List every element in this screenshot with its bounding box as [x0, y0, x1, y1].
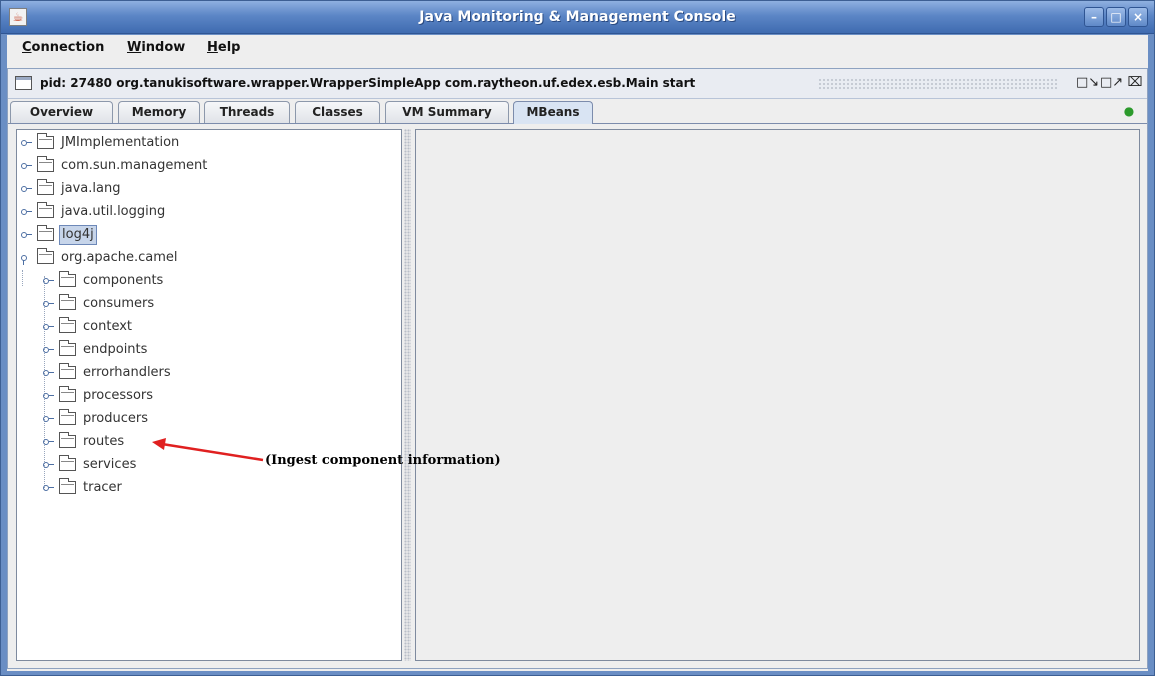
tree-node-label: processors [83, 388, 154, 403]
tree-node-label: routes [83, 434, 125, 449]
application-window: ☕ Java Monitoring & Management Console –… [0, 0, 1155, 676]
mbean-detail-pane [415, 129, 1140, 661]
tree-connector [22, 270, 23, 286]
expand-handle-icon[interactable] [43, 277, 55, 285]
mbean-tree[interactable]: JMImplementation com.sun.management java… [16, 129, 402, 661]
expand-handle-icon[interactable] [43, 438, 55, 446]
expand-handle-icon[interactable] [43, 300, 55, 308]
close-frame-icon[interactable]: ⌧ [1125, 74, 1145, 92]
expand-handle-icon[interactable] [43, 323, 55, 331]
tab-mbeans[interactable]: MBeans [513, 101, 593, 124]
connection-status-icon: ● [1123, 104, 1135, 118]
annotation-arrow [152, 438, 264, 462]
tab-bar: Overview Memory Threads Classes VM Summa… [8, 101, 1147, 124]
folder-icon [59, 432, 76, 448]
expand-handle-icon[interactable] [43, 461, 55, 469]
folder-icon [59, 271, 76, 287]
arrow-shaft [161, 442, 264, 462]
connection-frame-titlebar[interactable]: pid: 27480 org.tanukisoftware.wrapper.Wr… [8, 69, 1147, 99]
tab-memory[interactable]: Memory [118, 101, 200, 123]
tab-overview[interactable]: Overview [10, 101, 113, 123]
titlebar-grip [818, 78, 1058, 90]
expand-handle-icon[interactable] [43, 369, 55, 377]
tree-node-label: org.apache.camel [61, 250, 178, 265]
folder-icon [37, 179, 54, 195]
window-title: Java Monitoring & Management Console [419, 9, 736, 25]
tree-node-label: tracer [83, 480, 122, 495]
expand-handle-icon[interactable] [43, 415, 55, 423]
tab-threads[interactable]: Threads [204, 101, 290, 123]
folder-icon [59, 363, 76, 379]
restore-icon[interactable]: □↗ [1100, 74, 1123, 92]
folder-icon [37, 248, 54, 264]
tree-connector [44, 276, 45, 490]
tree-node-label: services [83, 457, 137, 472]
frame-icon [15, 76, 32, 90]
expand-handle-icon[interactable] [43, 392, 55, 400]
collapse-handle-icon[interactable] [21, 254, 33, 265]
folder-icon [37, 156, 54, 172]
folder-icon [37, 225, 54, 241]
tab-vm-summary[interactable]: VM Summary [385, 101, 509, 123]
folder-icon [37, 133, 54, 149]
menu-window[interactable]: Window [127, 40, 185, 55]
tree-node-label: components [83, 273, 164, 288]
connection-title: pid: 27480 org.tanukisoftware.wrapper.Wr… [40, 76, 696, 90]
expand-handle-icon[interactable] [21, 231, 33, 239]
folder-icon [59, 409, 76, 425]
tree-node-label: log4j [59, 225, 97, 245]
annotation-label: (Ingest component information) [265, 453, 501, 468]
folder-icon [37, 202, 54, 218]
tree-node-label: errorhandlers [83, 365, 171, 380]
minimize-button[interactable]: – [1084, 7, 1104, 27]
menu-help[interactable]: Help [207, 40, 240, 55]
expand-handle-icon[interactable] [21, 162, 33, 170]
folder-icon [59, 294, 76, 310]
expand-handle-icon[interactable] [43, 346, 55, 354]
tree-node-label: producers [83, 411, 149, 426]
iconify-icon[interactable]: □↘ [1076, 74, 1099, 92]
maximize-button[interactable]: □ [1106, 7, 1126, 27]
expand-handle-icon[interactable] [43, 484, 55, 492]
tree-node-label: java.lang [61, 181, 121, 196]
expand-handle-icon[interactable] [21, 185, 33, 193]
arrow-head [152, 438, 166, 450]
tree-node-label: consumers [83, 296, 155, 311]
connection-frame: pid: 27480 org.tanukisoftware.wrapper.Wr… [7, 68, 1148, 669]
tree-node-label: endpoints [83, 342, 148, 357]
menu-connection[interactable]: Connection [22, 40, 104, 55]
menu-bar: Connection Window Help [7, 35, 1148, 62]
tab-classes[interactable]: Classes [295, 101, 380, 123]
tree-node-label: JMImplementation [61, 135, 180, 150]
tree-node-label: com.sun.management [61, 158, 208, 173]
expand-handle-icon[interactable] [21, 139, 33, 147]
folder-icon [59, 455, 76, 471]
folder-icon [59, 317, 76, 333]
window-titlebar[interactable]: ☕ Java Monitoring & Management Console –… [1, 1, 1154, 34]
tree-node-label: context [83, 319, 132, 334]
client-area: Connection Window Help pid: 27480 org.ta… [7, 35, 1148, 671]
tree-node-label: java.util.logging [61, 204, 166, 219]
folder-icon [59, 340, 76, 356]
close-button[interactable]: × [1128, 7, 1148, 27]
folder-icon [59, 386, 76, 402]
split-pane-divider[interactable] [404, 129, 411, 661]
folder-icon [59, 478, 76, 494]
expand-handle-icon[interactable] [21, 208, 33, 216]
